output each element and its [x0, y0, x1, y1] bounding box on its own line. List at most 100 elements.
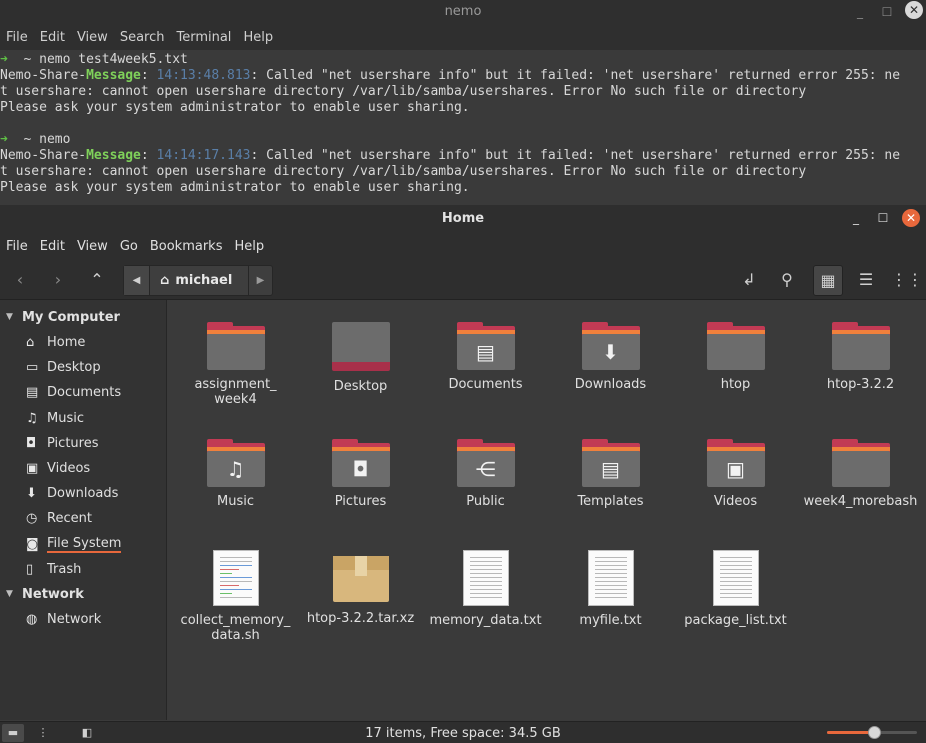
- file-item[interactable]: ⋲ Public: [423, 439, 548, 509]
- file-item[interactable]: ⬇ Downloads: [548, 322, 673, 392]
- sidebar-item-music[interactable]: ♫ Music: [0, 406, 166, 431]
- documents-icon: ▤: [26, 385, 39, 401]
- terminal-maximize-button[interactable]: ☐: [879, 4, 895, 20]
- terminal-close-button[interactable]: ✕: [905, 1, 923, 19]
- up-button[interactable]: ⌃: [83, 266, 111, 294]
- log-text: : Called "net usershare info" but it fai…: [250, 68, 901, 83]
- file-item[interactable]: collect_memory_ data.sh: [173, 550, 298, 643]
- file-item[interactable]: Desktop: [298, 322, 423, 394]
- forward-button[interactable]: ›: [44, 266, 72, 294]
- zoom-slider[interactable]: [827, 726, 917, 739]
- terminal-menu-edit[interactable]: Edit: [34, 28, 71, 48]
- file-item[interactable]: htop-3.2.2.tar.xz: [298, 554, 423, 626]
- breadcrumb-home[interactable]: ⌂ michael: [150, 273, 248, 288]
- terminal-menu-search[interactable]: Search: [114, 28, 171, 48]
- sidebar-item-videos[interactable]: ▣ Videos: [0, 456, 166, 481]
- sidebar-item-downloads[interactable]: ⬇ Downloads: [0, 481, 166, 506]
- log-colon: :: [140, 148, 157, 163]
- zoom-handle[interactable]: [867, 726, 881, 739]
- search-icon[interactable]: ⚲: [773, 266, 801, 294]
- menu-help[interactable]: Help: [228, 232, 270, 261]
- folder-emblem-icon: ◘: [352, 457, 369, 481]
- terminal-minimize-button[interactable]: _: [852, 4, 868, 20]
- sidebar-item-documents[interactable]: ▤ Documents: [0, 380, 166, 405]
- document-line: [594, 557, 627, 558]
- toggle-location-entry-icon[interactable]: ↲: [735, 266, 763, 294]
- document-line: [719, 569, 752, 570]
- file-name: Music: [217, 494, 254, 509]
- menu-go[interactable]: Go: [114, 232, 144, 261]
- folder-front: ◘: [331, 451, 390, 487]
- path-scroll-right-button[interactable]: ▶: [248, 266, 272, 295]
- home-icon: ⌂: [26, 335, 35, 351]
- document-line: [219, 557, 252, 558]
- document-lines: [219, 557, 252, 601]
- menu-edit[interactable]: Edit: [34, 232, 71, 261]
- folder-icon: ◘: [331, 439, 390, 487]
- menu-bookmarks[interactable]: Bookmarks: [144, 232, 229, 261]
- terminal-output[interactable]: ➜ ~ nemo test4week5.txt Nemo-Share-Messag…: [0, 50, 926, 205]
- sidebar-item-desktop[interactable]: ▭ Desktop: [0, 355, 166, 380]
- file-item[interactable]: htop-3.2.2: [798, 322, 923, 392]
- terminal-menu-view[interactable]: View: [71, 28, 114, 48]
- sidebar-item-pictures[interactable]: ◘ Pictures: [0, 431, 166, 456]
- document-lines: [469, 557, 502, 601]
- terminal-menu-help[interactable]: Help: [237, 28, 279, 48]
- sidebar-section-network[interactable]: ▼ Network: [0, 582, 166, 607]
- terminal-menu-file[interactable]: File: [0, 28, 34, 48]
- sidebar-item-home[interactable]: ⌂ Home: [0, 330, 166, 355]
- folder-icon: ▣: [706, 439, 765, 487]
- statusbar: ▬ ⋮ ◧ 17 items, Free space: 34.5 GB: [0, 721, 926, 743]
- file-item[interactable]: ♫ Music: [173, 439, 298, 509]
- document-line: [719, 573, 752, 574]
- file-item[interactable]: package_list.txt: [673, 550, 798, 628]
- file-item[interactable]: ▣ Videos: [673, 439, 798, 509]
- file-name: htop-3.2.2: [826, 377, 895, 392]
- collapse-triangle-icon: ▼: [6, 588, 13, 599]
- folder-front: [831, 334, 890, 370]
- sidebar-item-recent[interactable]: ◷ Recent: [0, 506, 166, 531]
- file-item[interactable]: memory_data.txt: [423, 550, 548, 628]
- document-line: [719, 585, 752, 586]
- list-view-icon[interactable]: ☰: [852, 266, 880, 294]
- network-icon: ◍: [26, 611, 38, 627]
- sidebar-item-label: Recent: [47, 511, 92, 527]
- document-line: [219, 577, 252, 578]
- sidebar-item-label: Desktop: [47, 360, 101, 376]
- path-scroll-left-button[interactable]: ◀: [124, 266, 150, 295]
- file-item[interactable]: assignment_ week4: [173, 322, 298, 407]
- menu-file[interactable]: File: [0, 232, 34, 261]
- sidebar-item-file-system[interactable]: ◙ File System: [0, 532, 166, 557]
- folder-front: [206, 334, 265, 370]
- file-name: htop-3.2.2.tar.xz: [306, 611, 415, 626]
- file-item[interactable]: week4_morebash: [798, 439, 923, 509]
- file-item[interactable]: ▤ Documents: [423, 322, 548, 392]
- terminal-window: nemo _ ☐ ✕ File Edit View Search Terminal Hel…: [0, 0, 926, 205]
- icon-view-icon[interactable]: ▦: [813, 265, 843, 296]
- sidebar-item-trash[interactable]: ▯ Trash: [0, 557, 166, 582]
- file-item[interactable]: htop: [673, 322, 798, 392]
- file-item[interactable]: ▤ Templates: [548, 439, 673, 509]
- sidebar-section-my-computer[interactable]: ▼ My Computer: [0, 305, 166, 330]
- folder-icon: ♫: [206, 439, 265, 487]
- back-button[interactable]: ‹: [6, 266, 34, 294]
- toolbar: ‹ › ⌃ ◀ ⌂ michael ▶ ↲ ⚲ ▦ ☰ ⋮⋮: [0, 261, 926, 300]
- videos-icon: ▣: [26, 461, 39, 477]
- file-item[interactable]: ◘ Pictures: [298, 439, 423, 509]
- output-text: t usershare: cannot open usershare direc…: [0, 164, 807, 179]
- document-line: [719, 593, 752, 594]
- maximize-button[interactable]: ☐: [875, 210, 891, 226]
- document-line: [719, 589, 752, 590]
- menu-view[interactable]: View: [71, 232, 114, 261]
- document-lines: [719, 557, 752, 601]
- terminal-menu-terminal[interactable]: Terminal: [170, 28, 237, 48]
- minimize-button[interactable]: _: [848, 210, 864, 226]
- close-button[interactable]: ✕: [902, 209, 920, 227]
- log-timestamp: 14:14:17.143: [156, 148, 251, 163]
- document-line: [719, 565, 752, 566]
- compact-view-icon[interactable]: ⋮⋮: [891, 266, 923, 294]
- output-text: Please ask your system administrator to …: [0, 180, 470, 195]
- sidebar-item-network[interactable]: ◍ Network: [0, 607, 166, 632]
- folder-front: ▣: [706, 451, 765, 487]
- file-item[interactable]: myfile.txt: [548, 550, 673, 628]
